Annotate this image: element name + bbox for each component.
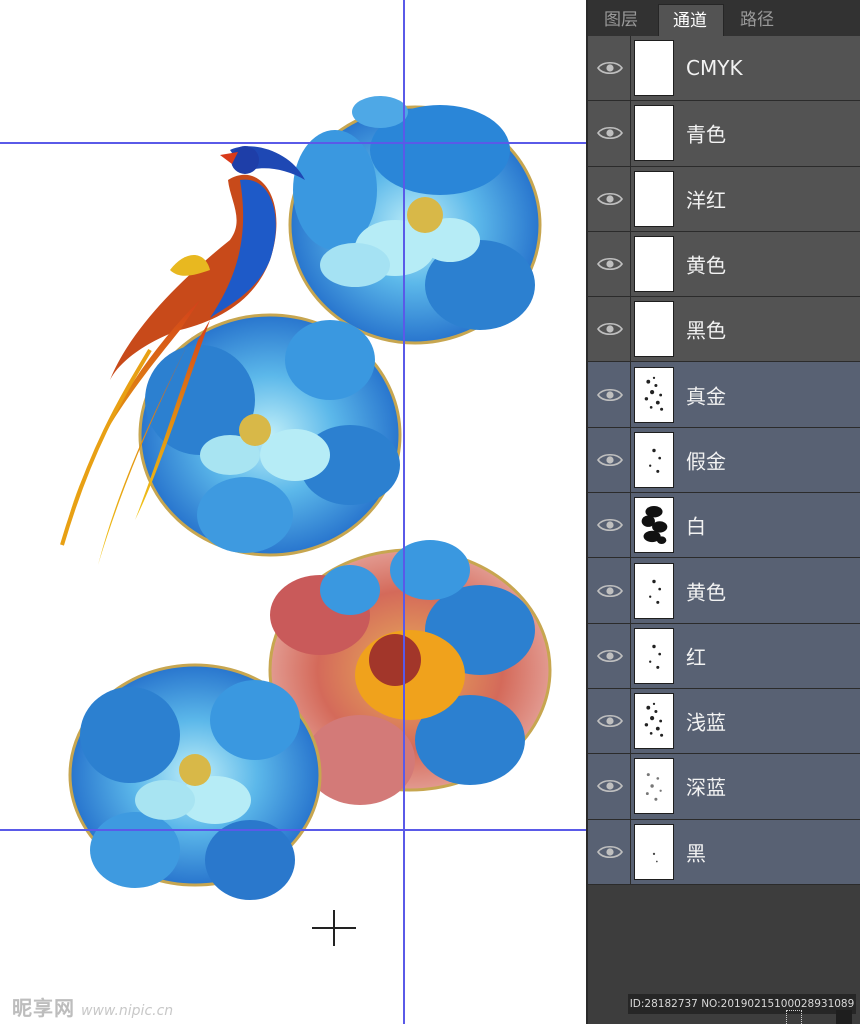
channel-row[interactable]: 洋红 <box>588 166 860 232</box>
channel-thumbnail <box>634 758 674 815</box>
channel-label: 假金 <box>686 449 726 474</box>
row-divider <box>630 623 631 688</box>
channel-label: 洋红 <box>686 188 726 213</box>
channel-label: 浅蓝 <box>686 710 726 735</box>
channel-thumbnail <box>634 497 674 554</box>
visibility-eye-icon[interactable] <box>596 319 624 339</box>
guide-horizontal-top[interactable] <box>0 142 586 144</box>
peony-top-right <box>288 96 542 345</box>
visibility-eye-icon[interactable] <box>596 515 624 535</box>
channel-label: 青色 <box>686 122 726 147</box>
row-divider <box>630 231 631 297</box>
channel-label: 黑色 <box>686 318 726 343</box>
row-divider <box>630 688 631 754</box>
channel-row[interactable]: 浅蓝 <box>588 688 860 755</box>
channel-label: 红 <box>686 645 706 670</box>
channel-thumbnail <box>634 562 674 619</box>
channel-thumbnail <box>634 693 674 750</box>
guide-vertical[interactable] <box>403 0 405 1024</box>
visibility-eye-icon[interactable] <box>596 123 624 143</box>
visibility-eye-icon[interactable] <box>596 581 624 601</box>
channel-row[interactable]: 深蓝 <box>588 754 860 820</box>
channel-list: CMYK 青色 洋红 黄色 黑色 真金 假金白黄色红浅蓝 深蓝黑 <box>588 36 860 885</box>
visibility-eye-icon[interactable] <box>596 254 624 274</box>
row-divider <box>630 558 631 623</box>
channel-thumbnail <box>634 40 674 97</box>
load-selection-icon[interactable] <box>786 1010 802 1024</box>
channel-label: 黄色 <box>686 253 726 278</box>
channel-thumbnail <box>634 236 674 293</box>
visibility-eye-icon[interactable] <box>596 58 624 78</box>
channel-row[interactable]: 假金 <box>588 427 860 494</box>
channels-panel: 图层 通道 路径 CMYK 青色 洋红 黄色 黑色 真金 假金白黄色红浅蓝 深蓝黑 <box>586 0 860 1024</box>
channel-thumbnail <box>634 170 674 227</box>
panel-corner-button[interactable] <box>836 1010 852 1024</box>
peony-middle-left <box>138 313 402 557</box>
tab-layers[interactable]: 图层 <box>590 4 656 36</box>
artwork-peony-bird <box>60 96 552 900</box>
visibility-eye-icon[interactable] <box>596 450 624 470</box>
channel-thumbnail <box>634 301 674 358</box>
watermark-logo: 昵享网 <box>12 996 75 1020</box>
crosshair-cursor-icon <box>312 910 356 946</box>
watermark: 昵享网 www.nipic.cn <box>12 992 174 1020</box>
channel-row[interactable]: CMYK <box>588 36 860 102</box>
row-divider <box>630 427 631 493</box>
channel-thumbnail <box>634 366 674 423</box>
tab-paths[interactable]: 路径 <box>726 4 792 36</box>
row-divider <box>630 36 631 101</box>
visibility-eye-icon[interactable] <box>596 711 624 731</box>
channel-thumbnail <box>634 823 674 880</box>
channel-row[interactable]: 青色 <box>588 101 860 167</box>
channel-label: 白 <box>686 514 706 539</box>
visibility-eye-icon[interactable] <box>596 385 624 405</box>
channel-label: 真金 <box>686 384 726 409</box>
panel-tab-bar: 图层 通道 路径 <box>588 0 860 37</box>
channel-row[interactable]: 黄色 <box>588 558 860 624</box>
channel-row[interactable]: 黄色 <box>588 231 860 298</box>
channel-label: 黄色 <box>686 580 726 605</box>
channel-row[interactable]: 黑色 <box>588 297 860 363</box>
channel-thumbnail <box>634 431 674 488</box>
visibility-eye-icon[interactable] <box>596 776 624 796</box>
channel-row[interactable]: 真金 <box>588 362 860 428</box>
channel-row[interactable]: 白 <box>588 493 860 559</box>
guide-horizontal-bottom[interactable] <box>0 829 586 831</box>
row-divider <box>630 754 631 819</box>
row-divider <box>630 493 631 558</box>
visibility-eye-icon[interactable] <box>596 189 624 209</box>
peony-bottom-left <box>68 663 322 900</box>
channel-thumbnail <box>634 627 674 684</box>
row-divider <box>630 101 631 166</box>
channel-row[interactable]: 黑 <box>588 819 860 885</box>
channel-label: 黑 <box>686 841 706 866</box>
channel-thumbnail <box>634 105 674 162</box>
document-canvas[interactable]: 昵享网 www.nipic.cn <box>0 0 586 1024</box>
visibility-eye-icon[interactable] <box>596 842 624 862</box>
row-divider <box>630 166 631 231</box>
channel-label: 深蓝 <box>686 775 726 800</box>
row-divider <box>630 297 631 362</box>
watermark-url: www.nipic.cn <box>81 1003 174 1019</box>
row-divider <box>630 819 631 884</box>
channel-label: CMYK <box>686 56 743 81</box>
image-id-label: ID:28182737 NO:20190215100028931089 <box>628 994 856 1014</box>
channel-row[interactable]: 红 <box>588 623 860 689</box>
tab-channels[interactable]: 通道 <box>658 4 724 36</box>
row-divider <box>630 362 631 427</box>
visibility-eye-icon[interactable] <box>596 646 624 666</box>
